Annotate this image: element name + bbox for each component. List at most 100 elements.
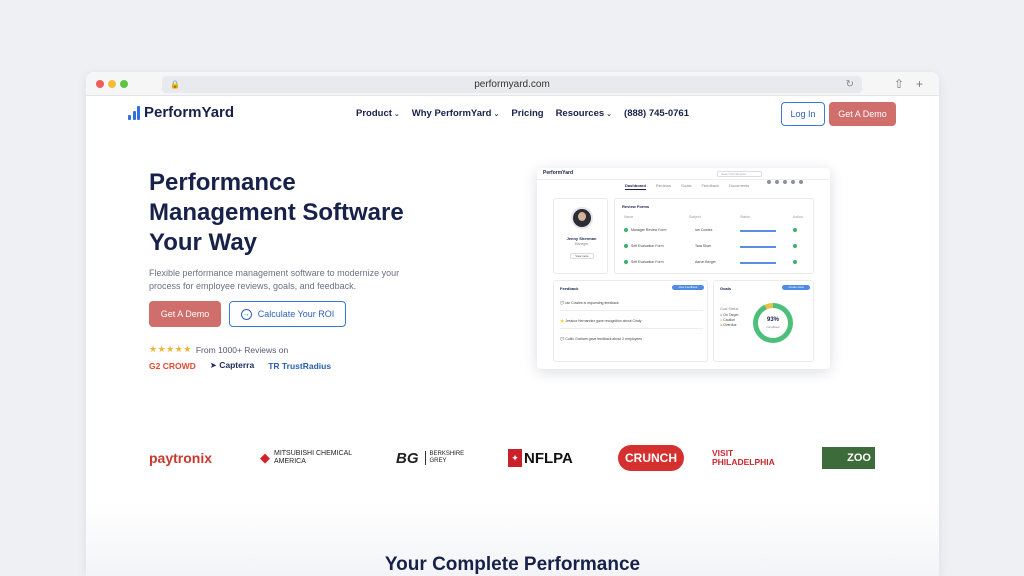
minimize-window-icon[interactable]: [108, 80, 116, 88]
goals-tab: Goals: [681, 183, 692, 188]
nflpa-shield-icon: ✦: [508, 449, 522, 467]
hero-subtitle: Flexible performance management software…: [149, 268, 400, 291]
login-button[interactable]: Log In: [781, 102, 825, 126]
feedback-item: ⭐ Jessica Hernandez gave recognition abo…: [560, 319, 703, 329]
menu-item-resources[interactable]: Resources ⌄: [556, 108, 612, 119]
review-site-badges: G2 CROWD ➤ Capterra TR TrustRadius: [149, 360, 331, 371]
review-forms-title: Review Forms: [622, 204, 650, 209]
reload-icon[interactable]: ↻: [846, 76, 854, 93]
performyard-logo[interactable]: PerformYard: [128, 104, 234, 121]
phone-link[interactable]: (888) 745-0761: [624, 108, 689, 119]
nav-get-demo-button[interactable]: Get A Demo: [829, 102, 896, 126]
feedback-title: Feedback: [560, 286, 579, 291]
header-status: Status: [740, 215, 750, 219]
goals-donut-chart: [753, 303, 793, 343]
visit-philadelphia-logo: VISIT PHILADELPHIA: [712, 448, 775, 467]
feedback-item: 💬 Collin Graham gave feedback about 2 em…: [560, 337, 643, 341]
feedback-card: Feedback Give Feedback 💬 Ian Cowles is r…: [553, 280, 708, 362]
section-title: Your Complete Performance: [384, 554, 641, 575]
header-action: Action: [793, 215, 803, 219]
goals-title: Goals: [720, 286, 732, 291]
hero-title: Performance Management Software Your Way: [149, 169, 404, 256]
documents-tab: Documents: [729, 183, 750, 188]
reviews-tab: Reviews: [655, 183, 672, 188]
profile-view-button: View more: [570, 253, 594, 259]
reviews-summary: ★★★★★ From 1000+ Reviews on: [149, 344, 288, 355]
reviews-text: From 1000+ Reviews on: [195, 344, 289, 355]
chevron-down-icon: ⌄: [493, 111, 500, 118]
g2-crowd-logo[interactable]: G2 CROWD: [149, 361, 196, 371]
dashboard-search: Search Employees: [717, 171, 762, 177]
status-dot: [624, 228, 628, 232]
action-check-icon: [793, 260, 797, 264]
create-goal-button: Create Goal: [782, 285, 810, 290]
review-forms-card: Review Forms Name Subject Status Action …: [614, 198, 814, 274]
dashboard-tab: Dashboard: [625, 183, 646, 190]
mitsubishi-chemical-logo: ◆ MITSUBISHI CHEMICAL AMERICA: [260, 450, 353, 465]
chevron-down-icon: ⌄: [606, 111, 613, 118]
profile-role: Manager: [574, 242, 589, 246]
calculate-roi-label: Calculate Your ROI: [257, 309, 335, 319]
status-progress-bar: [740, 246, 776, 248]
browser-window: 🔒 performyard.com ↻ ⇧ + PerformYard Prod…: [86, 72, 939, 576]
nflpa-logo: ✦ NFLPA: [508, 443, 573, 473]
feedback-tab: Feedback: [701, 183, 720, 188]
form-subject: Ian Cowles: [695, 228, 713, 232]
crunch-logo: CRUNCH: [618, 445, 684, 471]
goals-card: Goals Create Goal Goal Status ● On Targe…: [713, 280, 814, 362]
status-dot: [624, 244, 628, 248]
form-name: Manager Review Form: [631, 228, 667, 232]
hero-get-demo-button[interactable]: Get A Demo: [149, 301, 221, 327]
paytronix-logo: paytronix: [149, 450, 213, 466]
header-name: Name: [624, 215, 634, 219]
dashboard-toolbar-icons: [767, 171, 822, 184]
chevron-down-icon: ⌄: [393, 111, 400, 118]
diamonds-icon: ◆: [260, 450, 270, 465]
profile-name: Jenny Sherman: [566, 236, 597, 241]
form-name: Self Evaluation Form: [631, 244, 664, 248]
menu-item-pricing[interactable]: Pricing: [511, 108, 543, 119]
status-progress-bar: [740, 262, 776, 264]
maximize-window-icon[interactable]: [120, 80, 128, 88]
close-window-icon[interactable]: [96, 80, 104, 88]
menu-item-product[interactable]: Product ⌄: [356, 108, 400, 119]
profile-card: Jenny Sherman Manager View more: [553, 198, 608, 274]
share-icon[interactable]: ⇧: [894, 76, 904, 92]
capterra-logo[interactable]: ➤ Capterra: [210, 360, 254, 371]
give-feedback-button: Give Feedback: [672, 285, 704, 290]
legend-on-target: ● On Target: [720, 313, 739, 317]
action-check-icon: [793, 228, 797, 232]
bg-mark: BG: [396, 449, 419, 467]
site-header: PerformYard Product ⌄ Why PerformYard ⌄ Pr…: [86, 96, 939, 136]
action-check-icon: [793, 244, 797, 248]
header-subject: Subject: [689, 215, 701, 219]
status-dot: [624, 260, 628, 264]
form-subject: Tara Shah: [695, 244, 711, 248]
dashboard-header: PerformYard Search Employees: [537, 168, 830, 184]
dashboard-tabs: Dashboard Reviews Goals Feedback Documen…: [625, 183, 749, 190]
legend-caution: ● Caution: [720, 318, 736, 322]
form-name: Self Evaluation Form: [631, 260, 664, 264]
customer-logos: paytronix ◆ MITSUBISHI CHEMICAL AMERICA B…: [146, 443, 886, 473]
zoo-logo: ZOO: [822, 447, 875, 469]
browser-toolbar: 🔒 performyard.com ↻ ⇧ +: [86, 72, 939, 96]
address-bar[interactable]: 🔒 performyard.com ↻: [162, 76, 862, 93]
dashboard-logo: PerformYard: [543, 170, 574, 176]
main-menu: Product ⌄ Why PerformYard ⌄ Pricing Resour…: [356, 108, 689, 119]
url-text: performyard.com: [474, 79, 550, 90]
goals-percent-caption: completed: [766, 325, 780, 329]
arrow-circle-icon: →: [240, 308, 252, 320]
form-subject: Aaron Berger: [695, 260, 716, 264]
goals-percent: 93%: [766, 317, 779, 323]
calculate-roi-button[interactable]: → Calculate Your ROI: [229, 301, 346, 327]
goal-status-title: Goal Status: [720, 307, 739, 311]
legend-overdue: ● Overdue: [720, 323, 737, 327]
status-progress-bar: [740, 230, 776, 232]
logo-text: PerformYard: [144, 104, 235, 121]
trustradius-logo[interactable]: TR TrustRadius: [268, 361, 331, 371]
menu-item-why-performyard[interactable]: Why PerformYard ⌄: [412, 108, 500, 119]
new-tab-icon[interactable]: +: [916, 76, 923, 92]
berkshire-grey-logo: BG BERKSHIRE GREY: [396, 449, 465, 467]
star-rating-icon: ★★★★★: [149, 344, 192, 354]
avatar: [571, 207, 593, 229]
